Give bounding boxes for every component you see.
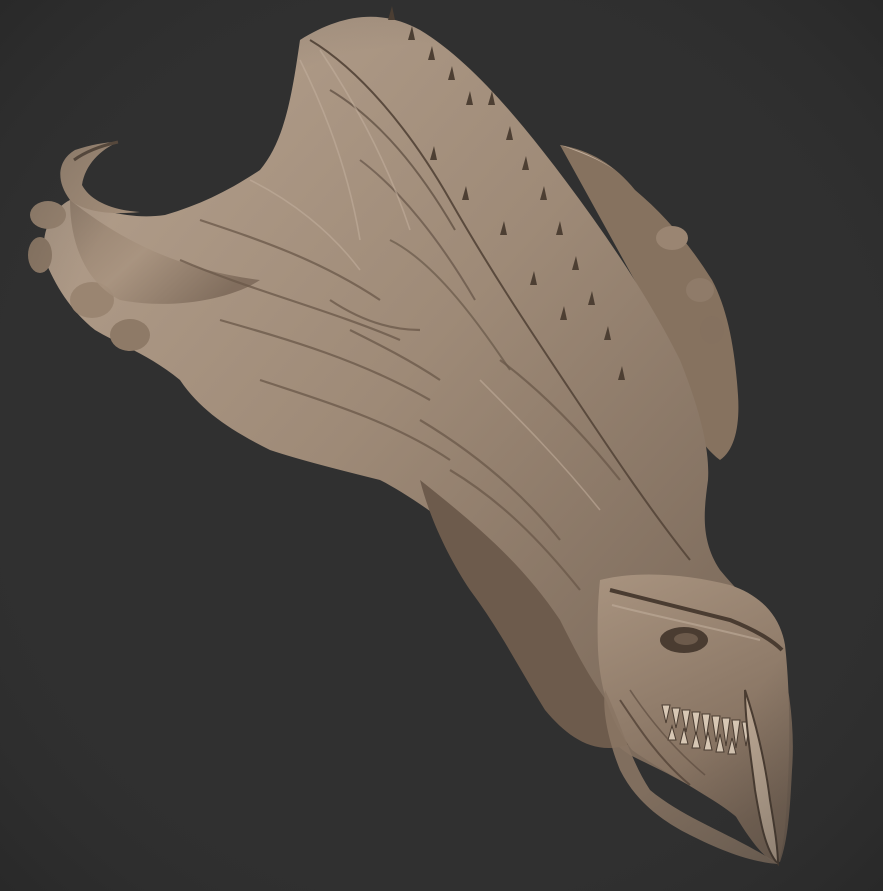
viewport-canvas[interactable] <box>0 0 883 891</box>
vignette-overlay <box>0 0 883 891</box>
sculpt-render <box>0 0 883 891</box>
